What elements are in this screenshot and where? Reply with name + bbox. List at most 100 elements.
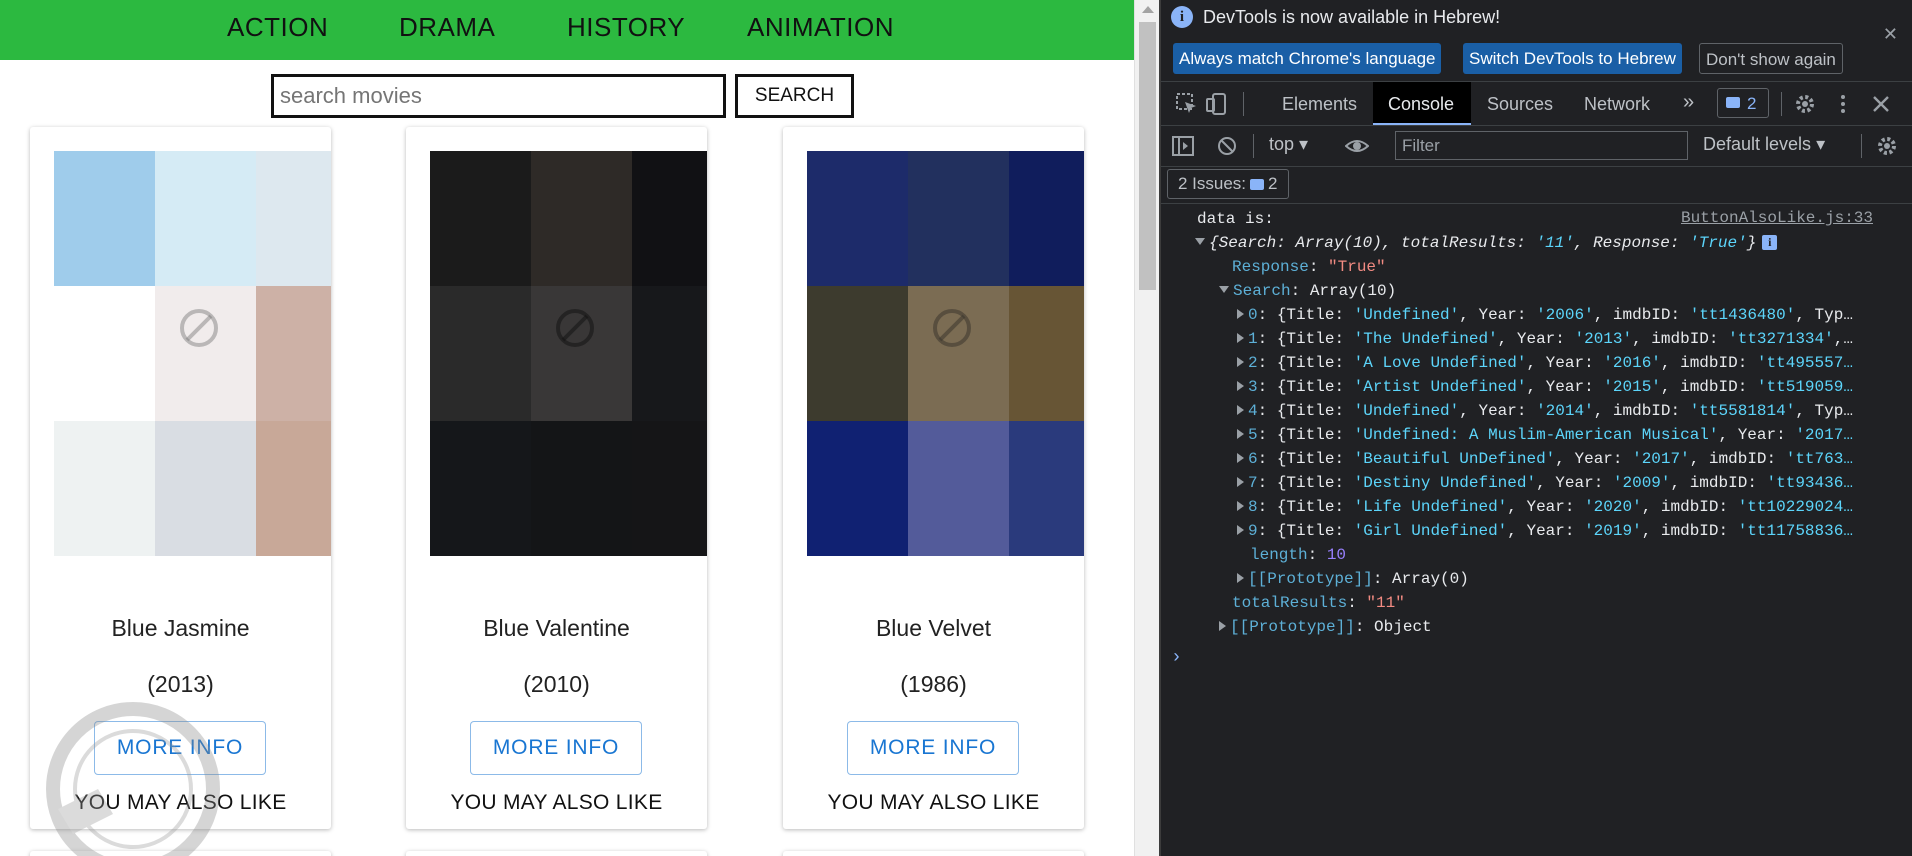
row-year: '2013' [1574,330,1633,348]
blocked-image-icon [180,309,218,347]
issues-bar: 2 Issues: 2 [1161,167,1912,204]
row-index: 0 [1248,306,1258,324]
poster-tile [1009,421,1084,556]
search-input[interactable] [271,74,726,118]
devtools-panel: i DevTools is now available in Hebrew! ✕… [1161,0,1912,856]
close-icon[interactable]: ✕ [1883,24,1898,45]
messages-badge[interactable]: 2 [1717,88,1769,118]
poster-tile [430,421,531,556]
summary-total: '11' [1535,234,1574,252]
console-settings-icon[interactable] [1875,134,1899,158]
poster-tile [908,421,1009,556]
tab-sources[interactable]: Sources [1487,94,1553,115]
inspect-element-icon[interactable] [1175,92,1199,116]
array-prototype-row[interactable]: [[Prototype]]: Array(0) [1161,568,1912,592]
row-index: 8 [1248,498,1258,516]
nav-animation[interactable]: ANIMATION [747,12,894,43]
search-result-row[interactable]: 8: {Title: 'Life Undefined', Year: '2020… [1161,496,1912,520]
match-language-button[interactable]: Always match Chrome's language [1173,43,1442,74]
filter-input[interactable] [1395,131,1688,160]
search-result-row[interactable]: 6: {Title: 'Beautiful UnDefined', Year: … [1161,448,1912,472]
close-devtools-icon[interactable] [1869,92,1893,116]
expand-triangle-icon[interactable] [1219,621,1226,631]
collapse-triangle-icon[interactable] [1219,286,1229,293]
row-index: 7 [1248,474,1258,492]
log-source-link[interactable]: ButtonAlsoLike.js:33 [1681,209,1873,227]
expand-triangle-icon[interactable] [1237,501,1244,511]
nav-history[interactable]: HISTORY [567,12,685,43]
live-expression-eye-icon[interactable] [1345,134,1369,158]
row-imdb-id: 'tt93436… [1766,474,1853,492]
you-may-also-like-link[interactable]: YOU MAY ALSO LIKE [783,791,1084,815]
search-result-row[interactable]: 0: {Title: 'Undefined', Year: '2006', im… [1161,304,1912,328]
search-result-row[interactable]: 3: {Title: 'Artist Undefined', Year: '20… [1161,376,1912,400]
expand-triangle-icon[interactable] [1237,477,1244,487]
settings-gear-icon[interactable] [1793,92,1817,116]
sidebar-toggle-icon[interactable] [1171,134,1195,158]
expand-triangle-icon[interactable] [1237,429,1244,439]
row-index: 4 [1248,402,1258,420]
object-prototype-value: Object [1374,618,1432,636]
info-icon[interactable]: i [1762,235,1778,250]
issue-message-icon [1250,179,1265,190]
more-options-icon[interactable] [1831,92,1855,116]
expand-triangle-icon[interactable] [1237,357,1244,367]
row-imdb-id: 'tt11758836… [1737,522,1853,540]
category-navbar: ACTION DRAMA HISTORY ANIMATION [0,0,1134,60]
nav-drama[interactable]: DRAMA [399,12,495,43]
expand-triangle-icon[interactable] [1237,405,1244,415]
expand-triangle-icon[interactable] [1237,453,1244,463]
row-index: 5 [1248,426,1258,444]
collapse-triangle-icon[interactable] [1195,238,1205,245]
console-prompt-chevron-icon[interactable]: › [1171,648,1182,668]
scroll-up-arrow-icon[interactable] [1142,6,1154,13]
page-scrollbar[interactable] [1134,0,1160,856]
summary-response: 'True' [1689,234,1747,252]
expand-triangle-icon[interactable] [1237,525,1244,535]
object-summary-row[interactable]: {Search: Array(10), totalResults: '11', … [1161,232,1912,256]
search-result-row[interactable]: 7: {Title: 'Destiny Undefined', Year: '2… [1161,472,1912,496]
search-result-row[interactable]: 1: {Title: 'The Undefined', Year: '2013'… [1161,328,1912,352]
tab-elements[interactable]: Elements [1282,94,1357,115]
you-may-also-like-link[interactable]: YOU MAY ALSO LIKE [406,791,707,815]
dont-show-again-button[interactable]: Don't show again [1699,43,1843,74]
nav-action[interactable]: ACTION [227,12,328,43]
search-result-row[interactable]: 4: {Title: 'Undefined', Year: '2014', im… [1161,400,1912,424]
log-levels-value: Default levels [1703,134,1812,154]
expand-triangle-icon[interactable] [1237,381,1244,391]
response-property: Response: "True" [1232,258,1386,276]
array-prototype-value: Array(0) [1392,570,1469,588]
object-prototype-row[interactable]: [[Prototype]]: Object [1161,616,1912,640]
log-levels-dropdown[interactable]: Default levels ▾ [1703,134,1825,155]
scrollbar-thumb[interactable] [1139,22,1156,290]
device-toolbar-icon[interactable] [1205,92,1229,116]
web-page: ACTION DRAMA HISTORY ANIMATION SEARCH Bl… [0,0,1134,856]
poster-tile [54,286,155,421]
poster-tile [430,151,531,286]
search-property[interactable]: Search: Array(10) [1161,280,1912,304]
tab-network[interactable]: Network [1584,94,1650,115]
expand-triangle-icon[interactable] [1237,309,1244,319]
blocked-image-icon [556,309,594,347]
context-selector[interactable]: top ▾ [1269,134,1308,155]
expand-triangle-icon[interactable] [1237,573,1244,583]
toolbar-separator [1253,134,1254,158]
log-label: data is: [1197,210,1274,228]
row-title: 'Destiny Undefined' [1353,474,1537,492]
more-tabs-chevron-icon[interactable]: » [1683,91,1694,114]
switch-hebrew-button[interactable]: Switch DevTools to Hebrew [1463,43,1682,74]
more-info-button[interactable]: MORE INFO [847,721,1019,775]
expand-triangle-icon[interactable] [1237,333,1244,343]
issues-button[interactable]: 2 Issues: 2 [1167,169,1289,199]
search-result-row[interactable]: 9: {Title: 'Girl Undefined', Year: '2019… [1161,520,1912,544]
search-button[interactable]: SEARCH [735,74,854,118]
more-info-button[interactable]: MORE INFO [470,721,642,775]
search-result-row[interactable]: 5: {Title: 'Undefined: A Muslim-American… [1161,424,1912,448]
info-icon: i [1171,6,1193,28]
tab-console[interactable]: Console [1388,94,1454,115]
row-truncated-tail: , Typ… [1795,402,1853,420]
search-result-row[interactable]: 2: {Title: 'A Love Undefined', Year: '20… [1161,352,1912,376]
clear-console-icon[interactable] [1215,134,1239,158]
row-year: '2019' [1584,522,1642,540]
row-title: 'Beautiful UnDefined' [1353,450,1556,468]
